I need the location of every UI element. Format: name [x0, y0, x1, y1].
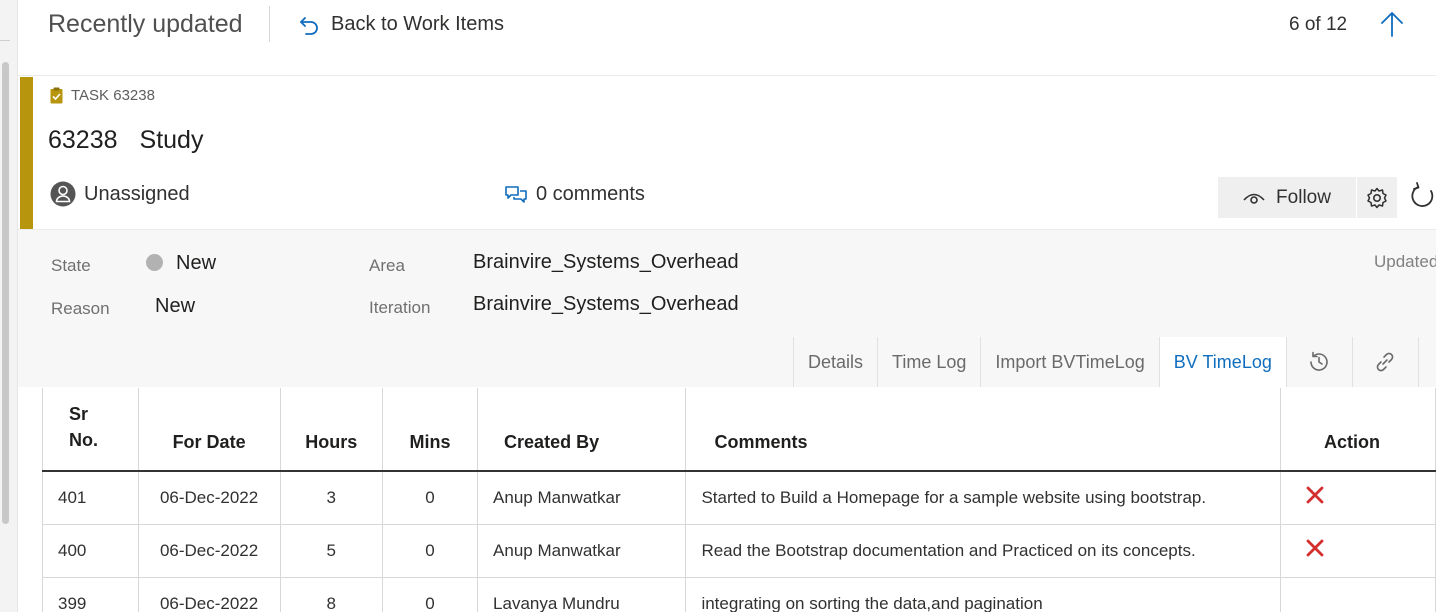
work-item-type: TASK 63238	[50, 87, 155, 104]
cell-mins: 0	[381, 576, 479, 612]
cell-mins: 0	[381, 470, 479, 525]
user-avatar-icon	[50, 181, 76, 207]
tab-time-log[interactable]: Time Log	[878, 337, 982, 387]
settings-button[interactable]	[1357, 177, 1397, 218]
assignee-picker[interactable]: Unassigned	[50, 181, 190, 207]
reason-label: Reason	[51, 299, 110, 318]
column-header-comments[interactable]: Comments	[685, 388, 1282, 472]
up-arrow-icon	[1381, 12, 1403, 37]
table-row: 400 06-Dec-2022 5 0 Anup Manwatkar Read …	[42, 523, 1436, 578]
cell-comments: Started to Build a Homepage for a sample…	[685, 470, 1282, 525]
updated-label: Updated	[1374, 252, 1436, 271]
back-arrow-icon	[300, 16, 318, 35]
tab-bv-timelog[interactable]: BV TimeLog	[1159, 337, 1287, 387]
table-row: 399 06-Dec-2022 8 0 Lavanya Mundru integ…	[42, 576, 1436, 612]
follow-button[interactable]: Follow	[1218, 177, 1356, 218]
work-item-id: 63238	[48, 126, 118, 154]
area-value[interactable]: Brainvire_Systems_Overhead	[473, 251, 739, 274]
work-item-type-label: TASK 63238	[71, 87, 155, 104]
work-item-tabs: Details Time Log Import BVTimeLog BV Tim…	[793, 337, 1419, 387]
column-header-hours[interactable]: Hours	[279, 388, 383, 472]
sr-header-line1: Sr	[69, 404, 89, 424]
iteration-label: Iteration	[369, 298, 431, 317]
cell-sr-no: 401	[42, 470, 139, 525]
column-header-mins[interactable]: Mins	[381, 388, 479, 472]
tab-links[interactable]	[1352, 337, 1419, 387]
iteration-value[interactable]: Brainvire_Systems_Overhead	[473, 293, 739, 316]
strip-tick	[0, 40, 10, 41]
column-header-created-by[interactable]: Created By	[477, 388, 687, 472]
history-icon	[1310, 351, 1329, 371]
header-divider	[269, 6, 270, 42]
cell-hours: 5	[279, 523, 383, 578]
back-link-label: Back to Work Items	[331, 13, 505, 35]
cell-created-by: Anup Manwatkar	[477, 523, 687, 578]
cell-for-date: 06-Dec-2022	[137, 470, 281, 525]
eye-icon	[1243, 193, 1265, 204]
cell-comments: Read the Bootstrap documentation and Pra…	[685, 523, 1282, 578]
column-header-sr-no[interactable]: Sr No.	[42, 388, 139, 472]
work-item-title[interactable]: 63238 Study	[48, 126, 203, 155]
reason-value[interactable]: New	[155, 295, 195, 318]
state-indicator-dot	[146, 254, 163, 271]
page-header: Recently updated Back to Work Items 6 of…	[18, 0, 1436, 76]
comments-count: 0 comments	[536, 183, 645, 205]
previous-item-button[interactable]	[1380, 10, 1404, 43]
area-label: Area	[369, 256, 405, 275]
cell-sr-no: 400	[42, 523, 139, 578]
comments-link[interactable]: 0 comments	[505, 183, 645, 206]
bv-timelog-table: Sr No. For Date Hours Mins Created By Co…	[42, 388, 1436, 612]
delete-entry-button[interactable]	[1306, 486, 1324, 509]
tab-history[interactable]	[1286, 337, 1353, 387]
state-label: State	[51, 256, 91, 275]
cell-action	[1280, 576, 1436, 612]
delete-entry-button[interactable]	[1306, 539, 1324, 562]
task-clipboard-icon	[50, 87, 63, 104]
work-item-title-text[interactable]: Study	[140, 126, 204, 155]
left-scroll-strip	[0, 0, 18, 612]
scrollbar-thumb[interactable]	[2, 62, 9, 524]
tab-details[interactable]: Details	[794, 337, 879, 387]
state-value[interactable]: New	[176, 252, 216, 275]
page-title: Recently updated	[48, 10, 243, 38]
back-to-work-items-link[interactable]: Back to Work Items	[298, 13, 504, 36]
item-counter: 6 of 12	[1289, 14, 1348, 35]
delete-x-icon	[1306, 539, 1324, 557]
cell-created-by: Anup Manwatkar	[477, 470, 687, 525]
column-header-action: Action	[1280, 388, 1436, 472]
delete-x-icon	[1306, 486, 1324, 504]
gear-icon	[1367, 187, 1387, 208]
link-icon	[1377, 352, 1394, 372]
refresh-icon	[1411, 182, 1434, 207]
cell-for-date: 06-Dec-2022	[137, 523, 281, 578]
cell-action	[1280, 470, 1436, 525]
table-header-row: Sr No. For Date Hours Mins Created By Co…	[42, 388, 1436, 472]
tab-import-bvtimelog[interactable]: Import BVTimeLog	[981, 337, 1160, 387]
sr-header-line2: No.	[69, 430, 98, 450]
column-header-for-date[interactable]: For Date	[137, 388, 281, 472]
comments-icon	[505, 185, 527, 203]
cell-sr-no: 399	[42, 576, 139, 612]
work-item-type-color-bar	[20, 77, 33, 229]
cell-comments: integrating on sorting the data,and pagi…	[685, 576, 1282, 612]
refresh-button[interactable]	[1410, 182, 1436, 217]
cell-hours: 8	[279, 576, 383, 612]
cell-for-date: 06-Dec-2022	[137, 576, 281, 612]
cell-hours: 3	[279, 470, 383, 525]
cell-action	[1280, 523, 1436, 578]
assignee-label: Unassigned	[84, 182, 190, 205]
cell-mins: 0	[381, 523, 479, 578]
cell-created-by: Lavanya Mundru	[477, 576, 687, 612]
follow-label: Follow	[1276, 186, 1331, 208]
table-row: 401 06-Dec-2022 3 0 Anup Manwatkar Start…	[42, 470, 1436, 525]
